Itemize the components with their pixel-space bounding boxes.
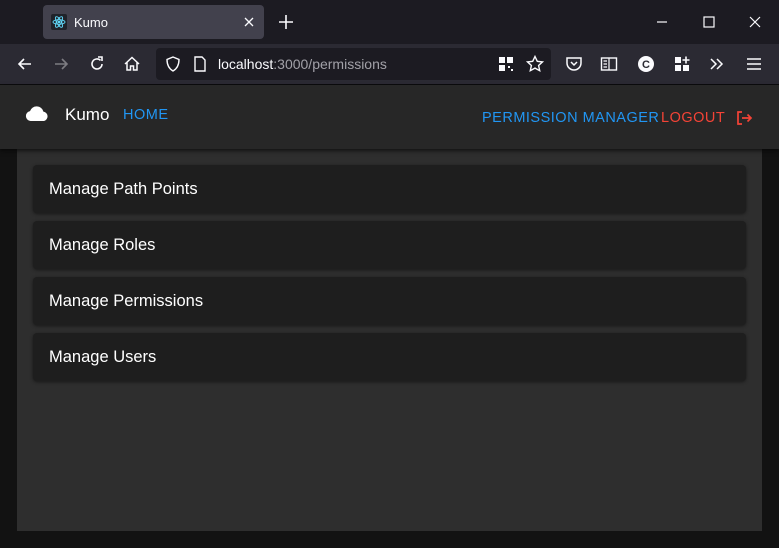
minimize-icon[interactable]: [652, 12, 672, 32]
close-tab-icon[interactable]: [241, 14, 257, 30]
back-arrow-icon[interactable]: [15, 54, 35, 74]
browser-tab-strip: Kumo: [0, 0, 779, 44]
manage-roles-item[interactable]: Manage Roles: [33, 221, 746, 269]
browser-toolbar: localhost:3000/permissions C: [0, 44, 779, 85]
qr-code-icon[interactable]: [497, 55, 515, 73]
maximize-icon[interactable]: [699, 12, 719, 32]
logout-button[interactable]: LOGOUT: [661, 109, 753, 127]
list-item-label: Manage Roles: [49, 236, 156, 254]
extension-c-icon[interactable]: C: [636, 54, 656, 74]
browser-tab[interactable]: Kumo: [43, 5, 264, 39]
logout-label: LOGOUT: [661, 110, 726, 126]
brand-name[interactable]: Kumo: [65, 105, 109, 125]
nav-permission-manager-link[interactable]: PERMISSION MANAGER: [482, 110, 659, 126]
manage-users-item[interactable]: Manage Users: [33, 333, 746, 381]
hamburger-menu-icon[interactable]: [744, 54, 764, 74]
reader-view-icon[interactable]: [599, 54, 619, 74]
page-icon[interactable]: [192, 55, 208, 73]
pocket-icon[interactable]: [564, 54, 584, 74]
logout-icon: [737, 111, 753, 125]
content-panel: Manage Path Points Manage Roles Manage P…: [17, 149, 762, 531]
react-logo-icon: [51, 14, 67, 30]
tab-title: Kumo: [74, 15, 108, 30]
new-tab-icon[interactable]: [276, 12, 296, 32]
bookmark-star-icon[interactable]: [525, 54, 545, 74]
list-item-label: Manage Users: [49, 348, 157, 366]
overflow-chevrons-icon[interactable]: [707, 54, 727, 74]
svg-text:C: C: [642, 59, 650, 71]
nav-home-link[interactable]: HOME: [123, 107, 169, 123]
page-viewport: Kumo HOME PERMISSION MANAGER LOGOUT Mana…: [0, 85, 779, 548]
address-bar[interactable]: localhost:3000/permissions: [156, 48, 551, 80]
close-window-icon[interactable]: [745, 12, 765, 32]
home-icon[interactable]: [122, 54, 142, 74]
list-item-label: Manage Path Points: [49, 180, 198, 198]
cloud-icon: [25, 106, 48, 121]
list-item-label: Manage Permissions: [49, 292, 204, 310]
forward-arrow-icon[interactable]: [51, 54, 71, 74]
url-text[interactable]: localhost:3000/permissions: [218, 56, 387, 72]
manage-path-points-item[interactable]: Manage Path Points: [33, 165, 746, 213]
reload-icon[interactable]: [87, 54, 107, 74]
app-bar: Kumo HOME PERMISSION MANAGER LOGOUT: [0, 85, 779, 149]
shield-icon[interactable]: [164, 55, 182, 73]
extensions-grid-icon[interactable]: [672, 54, 692, 74]
manage-permissions-item[interactable]: Manage Permissions: [33, 277, 746, 325]
